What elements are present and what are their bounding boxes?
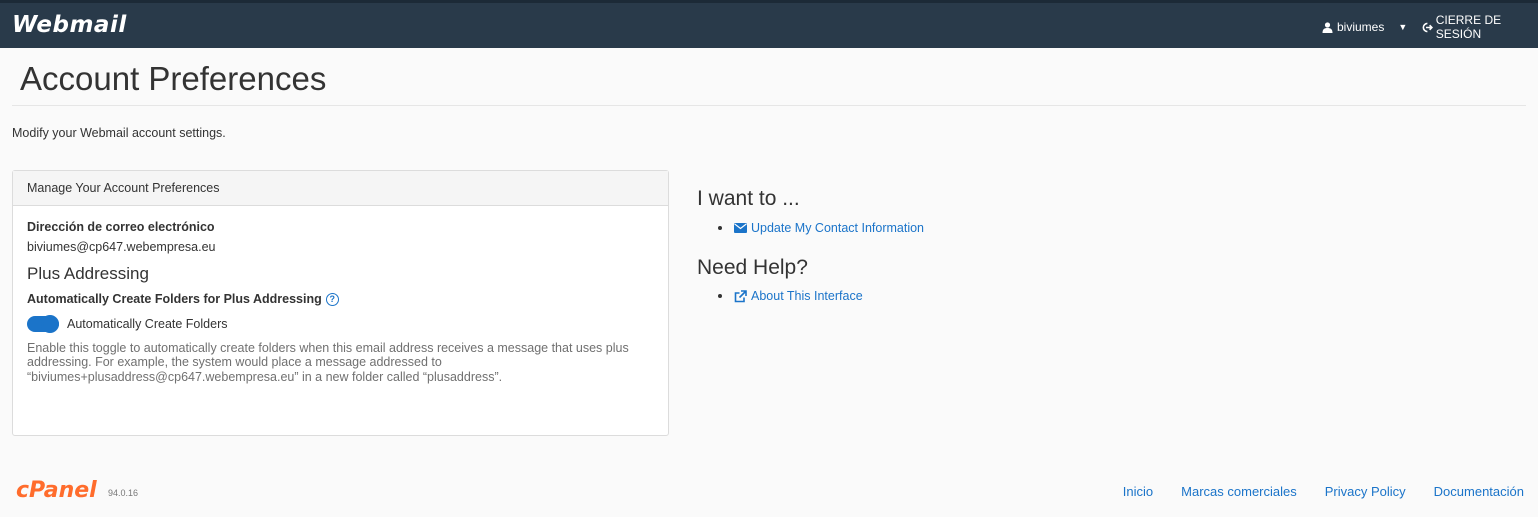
footer-link-privacy[interactable]: Privacy Policy [1325,484,1406,499]
preferences-panel: Manage Your Account Preferences Direcció… [12,170,669,436]
page-title: Account Preferences [20,60,327,97]
toggle-label: Automatically Create Folders [67,317,228,331]
top-navbar: Webmail biviumes ▼ CIERRE DE SESIÓN [0,0,1538,48]
panel-body: Dirección de correo electrónico biviumes… [13,206,668,398]
panel-heading: Manage Your Account Preferences [13,171,668,206]
plus-addressing-toggle-heading: Automatically Create Folders for Plus Ad… [27,292,654,306]
list-item: About This Interface [718,289,863,303]
toggle-heading-label: Automatically Create Folders for Plus Ad… [27,292,322,306]
email-value: biviumes@cp647.webempresa.eu [27,240,216,254]
footer-link-trademarks[interactable]: Marcas comerciales [1181,484,1297,499]
about-interface-label: About This Interface [751,289,863,303]
cpanel-logo: cPanel [16,478,97,503]
webmail-logo[interactable]: Webmail [12,12,127,38]
toggle-knob [41,315,59,333]
sign-out-icon [1422,22,1433,32]
page-subtitle: Modify your Webmail account settings. [12,126,226,140]
toggle-row: Automatically Create Folders [27,315,654,333]
user-menu-dropdown[interactable]: biviumes ▼ [1322,17,1407,37]
username-label: biviumes [1337,20,1385,34]
footer-links: Inicio Marcas comerciales Privacy Policy… [1123,484,1524,499]
bullet [718,294,722,298]
footer-link-inicio[interactable]: Inicio [1123,484,1153,499]
logout-label: CIERRE DE SESIÓN [1435,13,1502,41]
logout-button[interactable]: CIERRE DE SESIÓN [1422,13,1538,41]
email-label: Dirección de correo electrónico [27,220,215,234]
about-interface-link[interactable]: About This Interface [734,289,863,303]
version-label: 94.0.16 [108,488,139,498]
user-icon [1322,21,1333,33]
envelope-icon [734,223,747,233]
chevron-down-icon: ▼ [1398,22,1408,32]
update-contact-label: Update My Contact Information [751,221,924,235]
title-divider [12,105,1526,106]
external-link-icon [734,289,747,302]
footer-link-documentation[interactable]: Documentación [1434,484,1524,499]
question-circle-icon[interactable]: ? [325,292,339,306]
need-help-heading: Need Help? [697,256,808,279]
i-want-to-list: Update My Contact Information [718,221,924,235]
need-help-list: About This Interface [718,289,863,303]
plus-addressing-title: Plus Addressing [27,264,149,283]
i-want-to-heading: I want to ... [697,187,800,210]
auto-create-folders-toggle[interactable] [27,315,59,333]
update-contact-link[interactable]: Update My Contact Information [734,221,924,235]
list-item: Update My Contact Information [718,221,924,235]
bullet [718,226,722,230]
plus-addressing-help-text: Enable this toggle to automatically crea… [27,341,629,384]
